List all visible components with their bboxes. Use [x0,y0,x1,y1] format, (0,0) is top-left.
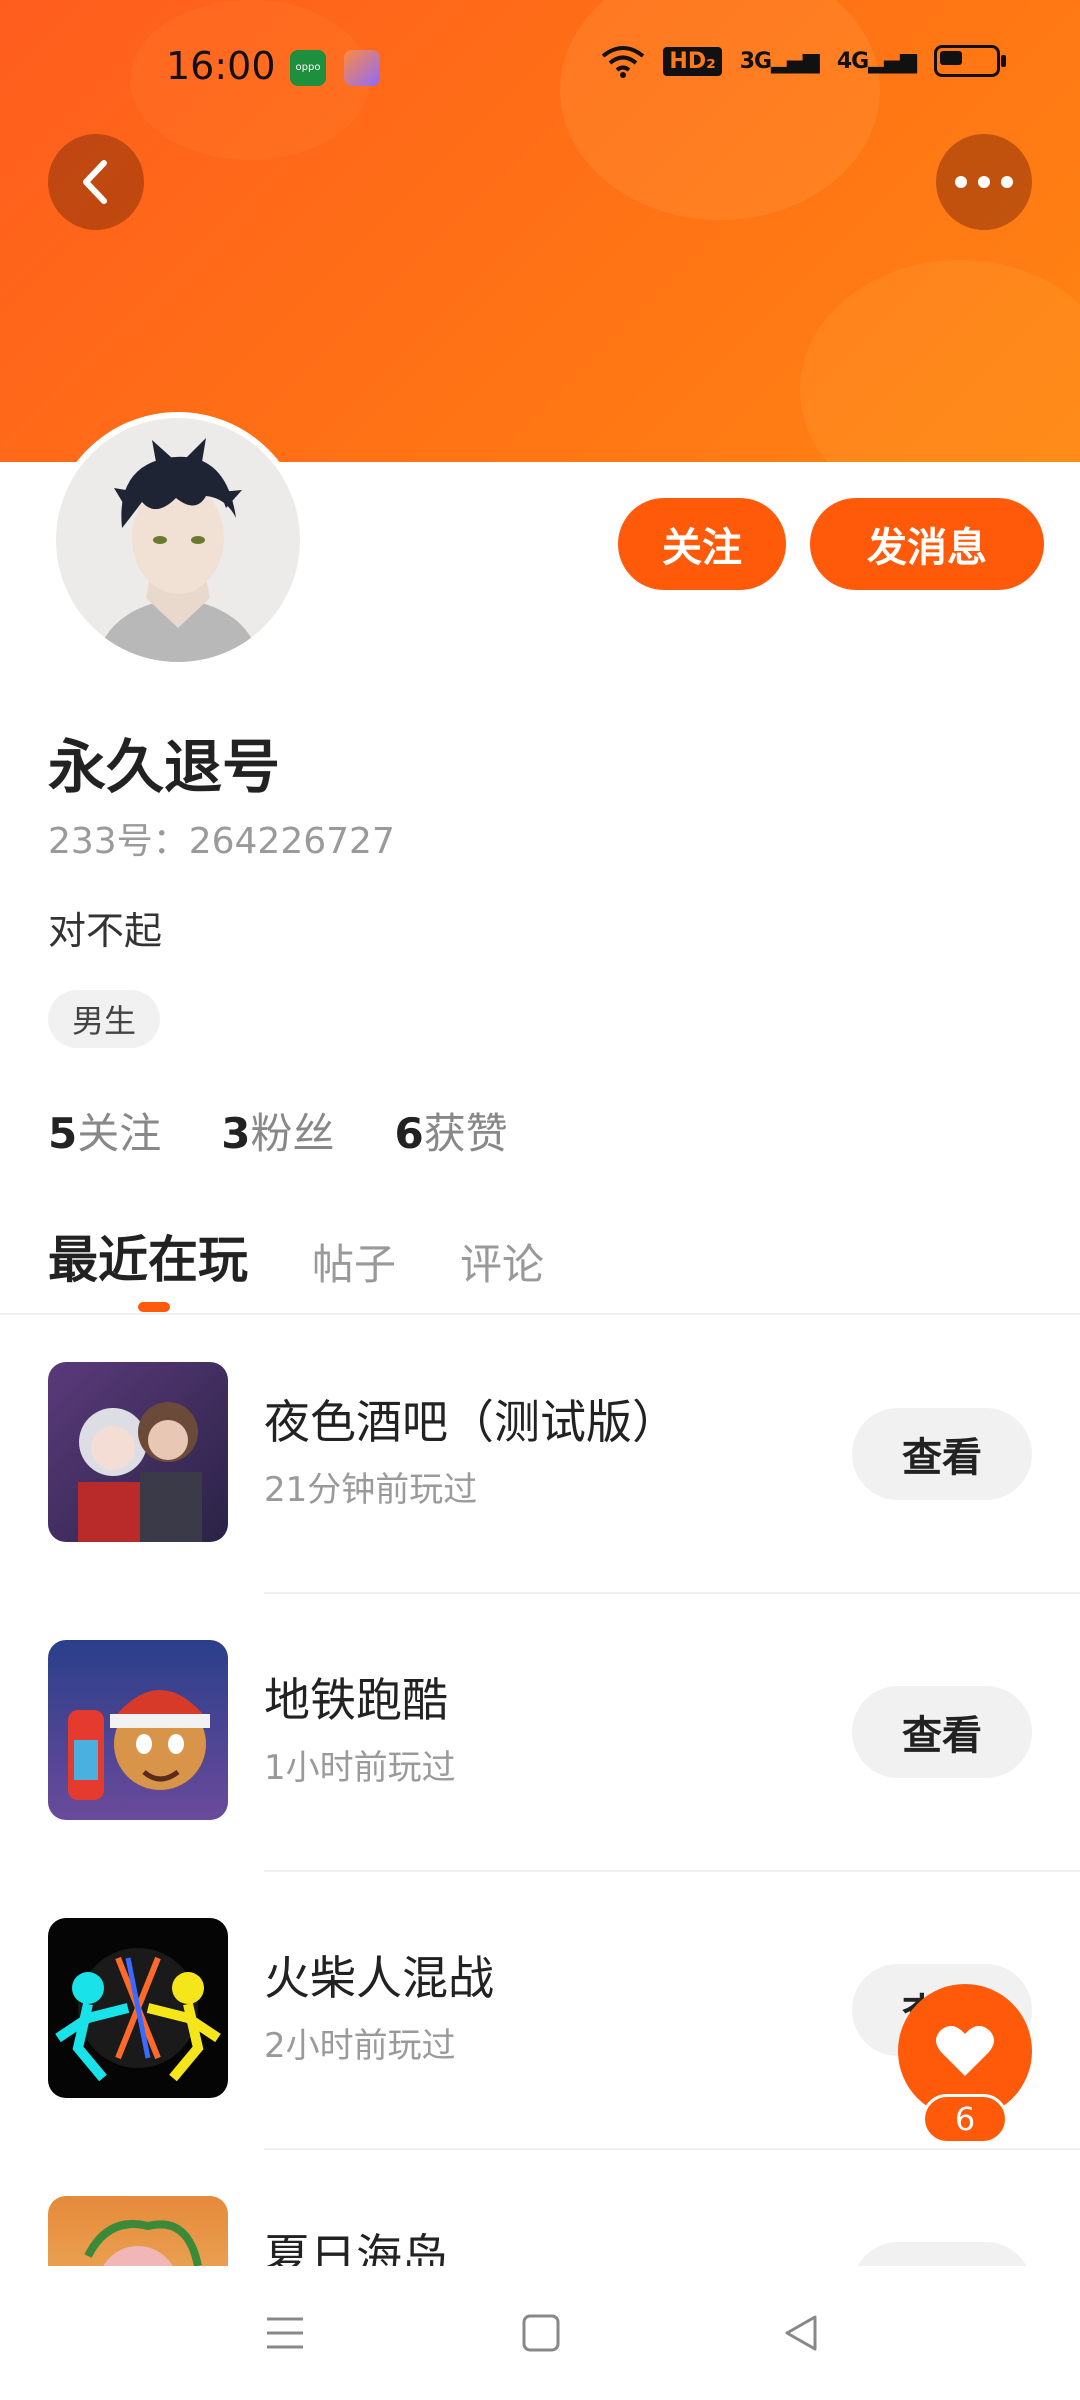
oppo-app-icon: oppo [290,50,326,86]
back-nav-button[interactable] [776,2308,826,2358]
like-count-badge: 6 [922,2094,1008,2144]
signal-3g-icon: 3G▂▄▆ [739,48,820,74]
signal-4g-icon: 4G▂▄▆ [836,48,917,74]
back-button[interactable] [48,134,144,230]
stat-following[interactable]: 5关注 [48,1100,161,1161]
stat-label: 关注 [77,1109,162,1158]
view-button[interactable]: 查看 [852,2242,1032,2266]
back-triangle-icon [785,2315,817,2351]
game-played-time: 1小时前玩过 [264,1748,456,1788]
stat-label: 粉丝 [250,1109,335,1158]
avatar-image [56,418,300,662]
profile-stats: 5关注 3粉丝 6获赞 [48,1100,508,1161]
status-time: 16:00 [166,44,276,88]
more-horizontal-icon [955,176,1013,188]
avatar-illustration [96,438,260,662]
battery-level [940,51,962,65]
game-thumbnail [48,2196,228,2266]
hd-voice-icon: HD₂ [663,46,722,76]
stat-label: 获赞 [423,1109,508,1158]
game-title: 夜色酒吧（测试版） [264,1395,678,1449]
follow-button[interactable]: 关注 [618,498,786,590]
uid-value: 264226727 [188,821,395,862]
view-button[interactable]: 查看 [852,1686,1032,1778]
menu-icon [267,2317,303,2349]
game-played-time: 2小时前玩过 [264,2026,456,2066]
battery-icon [934,45,1006,77]
divider [0,1313,1080,1315]
game-played-time: 21分钟前玩过 [264,1470,478,1510]
list-item[interactable]: 地铁跑酷 1小时前玩过 查看 [0,1594,1080,1872]
list-item[interactable]: 夏日海岛 查看 [0,2150,1080,2266]
game-title: 夏日海岛 [264,2229,448,2266]
stat-followers[interactable]: 3粉丝 [221,1100,334,1161]
game-thumbnail [48,1362,228,1542]
game-thumbnail [48,1918,228,2098]
stat-number: 3 [221,1109,251,1158]
stat-number: 6 [394,1109,424,1158]
status-right-icons: HD₂ 3G▂▄▆ 4G▂▄▆ [601,44,1006,78]
tab-recently-played[interactable]: 最近在玩 [48,1220,248,1292]
stat-likes[interactable]: 6获赞 [395,1100,508,1161]
message-button[interactable]: 发消息 [810,498,1044,590]
chevron-left-icon [83,160,107,204]
recently-played-list: 夜色酒吧（测试版） 21分钟前玩过 查看 地铁跑酷 1小时前玩过 查看 火柴人混… [0,1316,1080,2266]
heart-icon [936,2025,994,2076]
more-button[interactable] [936,134,1032,230]
tab-comments[interactable]: 评论 [460,1231,544,1292]
tab-posts[interactable]: 帖子 [312,1231,396,1292]
game-title: 火柴人混战 [264,1951,494,2005]
menu-nav-button[interactable] [260,2308,310,2358]
home-nav-button[interactable] [516,2308,566,2358]
notification-app-icon [344,50,380,86]
game-title: 地铁跑酷 [264,1673,448,1727]
profile-name: 永久退号 [48,733,281,801]
game-thumbnail [48,1640,228,1820]
gender-tag: 男生 [48,990,161,1048]
avatar[interactable] [50,412,306,668]
profile-uid: 233号：264226727 [48,812,395,864]
wifi-icon [602,46,645,78]
uid-label: 233号： [48,821,189,862]
profile-tabs: 最近在玩 帖子 评论 [48,1220,544,1292]
list-item[interactable]: 夜色酒吧（测试版） 21分钟前玩过 查看 [0,1316,1080,1594]
profile-bio: 对不起 [48,909,163,953]
view-button[interactable]: 查看 [852,1408,1032,1500]
status-bar: 16:00 oppo HD₂ 3G▂▄▆ 4G▂▄▆ [0,0,1080,140]
decorative-blob [800,260,1080,462]
tab-active-indicator [138,1302,170,1312]
stat-number: 5 [48,1109,78,1158]
home-square-icon [522,2314,560,2352]
system-nav-bar [0,2266,1080,2400]
